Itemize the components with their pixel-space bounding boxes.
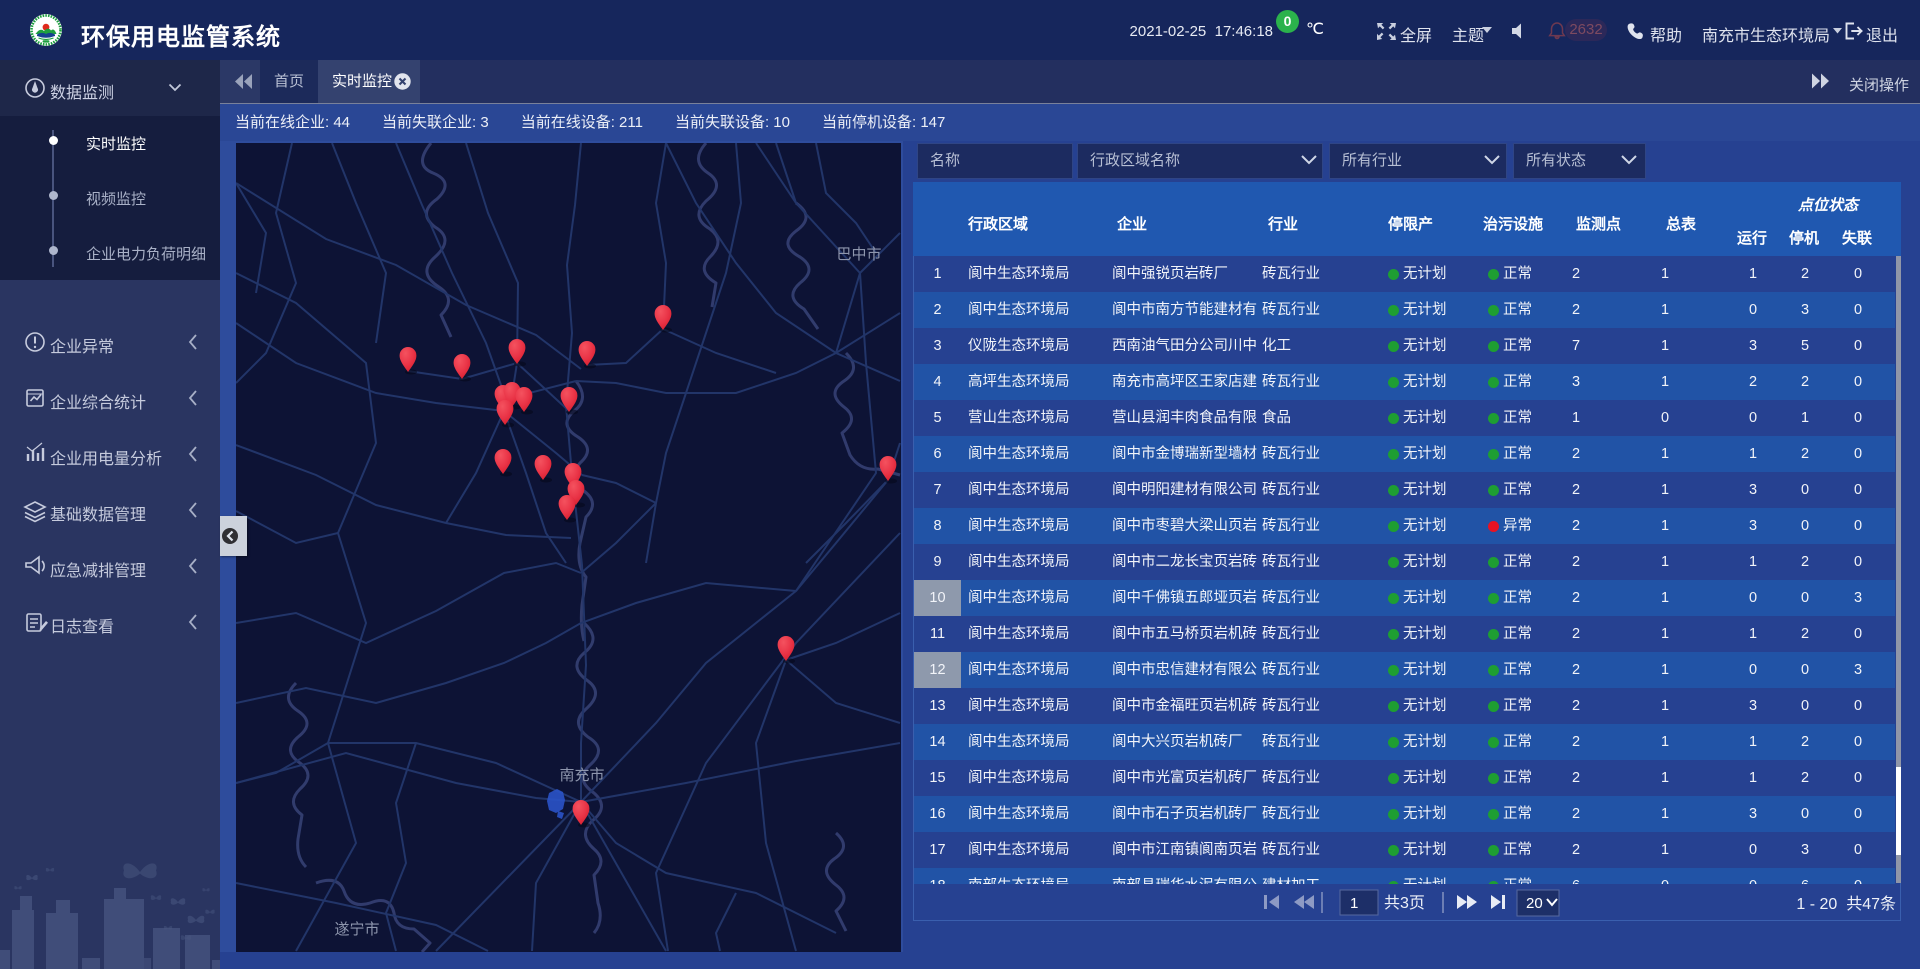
svg-text:巴中市: 巴中市: [836, 246, 881, 263]
svg-text:1: 1: [1350, 895, 1358, 912]
svg-text:南充市: 南充市: [559, 767, 604, 784]
svg-text:共3页: 共3页: [1384, 894, 1425, 912]
svg-text:1 - 20 共47条: 1 - 20 共47条: [1796, 895, 1896, 913]
svg-text:遂宁市: 遂宁市: [334, 921, 379, 938]
svg-text:20: 20: [1526, 895, 1543, 912]
